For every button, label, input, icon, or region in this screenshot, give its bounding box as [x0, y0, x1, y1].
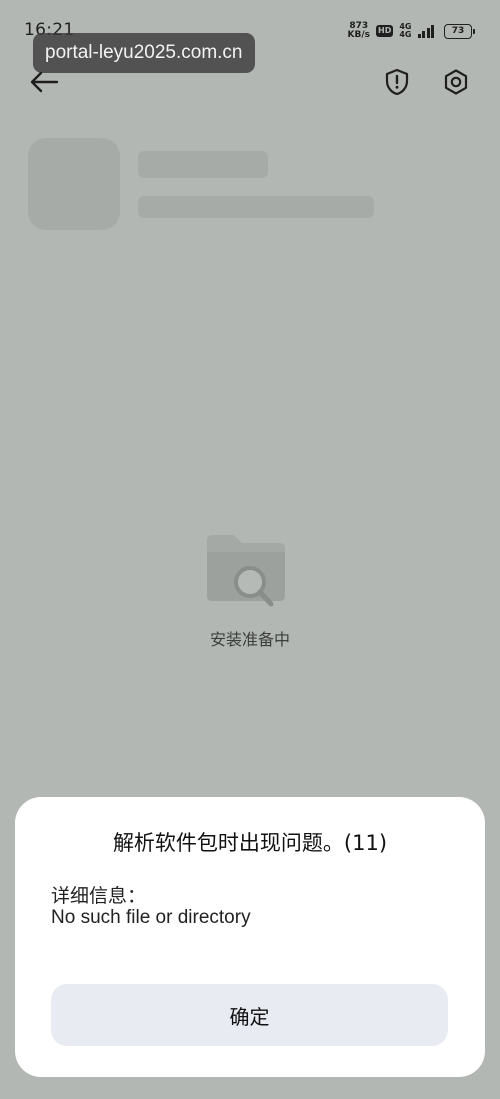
- network-speed-unit: KB/s: [347, 30, 371, 40]
- preparing-status-text: 安装准备中: [209, 630, 290, 649]
- folder-search-illustration: [204, 532, 288, 610]
- gear-icon: [444, 69, 468, 95]
- network-type: 4G 4G: [399, 23, 411, 39]
- status-icons: 873 KB/s HD 4G 4G 73: [348, 20, 475, 42]
- shield-alert-icon: [385, 68, 409, 96]
- parse-error-dialog: 解析软件包时出现问题。(11) 详细信息： No such file or di…: [15, 797, 485, 1077]
- url-watermark: portal-leyu2025.com.cn: [33, 33, 255, 73]
- installer-screen: 16:21 873 KB/s HD 4G 4G 73 portal-leyu20…: [0, 0, 500, 1099]
- signal-icon: [417, 24, 434, 38]
- network-type-bottom: 4G: [399, 30, 412, 39]
- network-speed: 873 KB/s: [348, 22, 370, 40]
- security-button[interactable]: [377, 62, 417, 102]
- confirm-button[interactable]: 确定: [51, 984, 448, 1046]
- battery-level: 73: [451, 25, 465, 36]
- dialog-detail-message: No such file or directory: [51, 907, 251, 928]
- settings-button[interactable]: [436, 62, 476, 102]
- app-name-placeholder: [138, 151, 268, 178]
- arrow-left-icon: [30, 71, 59, 93]
- dialog-title: 解析软件包时出现问题。(11): [112, 831, 388, 855]
- app-icon-placeholder: [28, 138, 120, 230]
- battery-icon: 73: [444, 23, 475, 39]
- folder-search-icon: [207, 535, 285, 607]
- app-info-placeholder: [138, 196, 374, 218]
- dialog-detail-label: 详细信息：: [51, 885, 147, 907]
- hd-badge: HD: [376, 25, 394, 37]
- back-button[interactable]: [24, 62, 64, 102]
